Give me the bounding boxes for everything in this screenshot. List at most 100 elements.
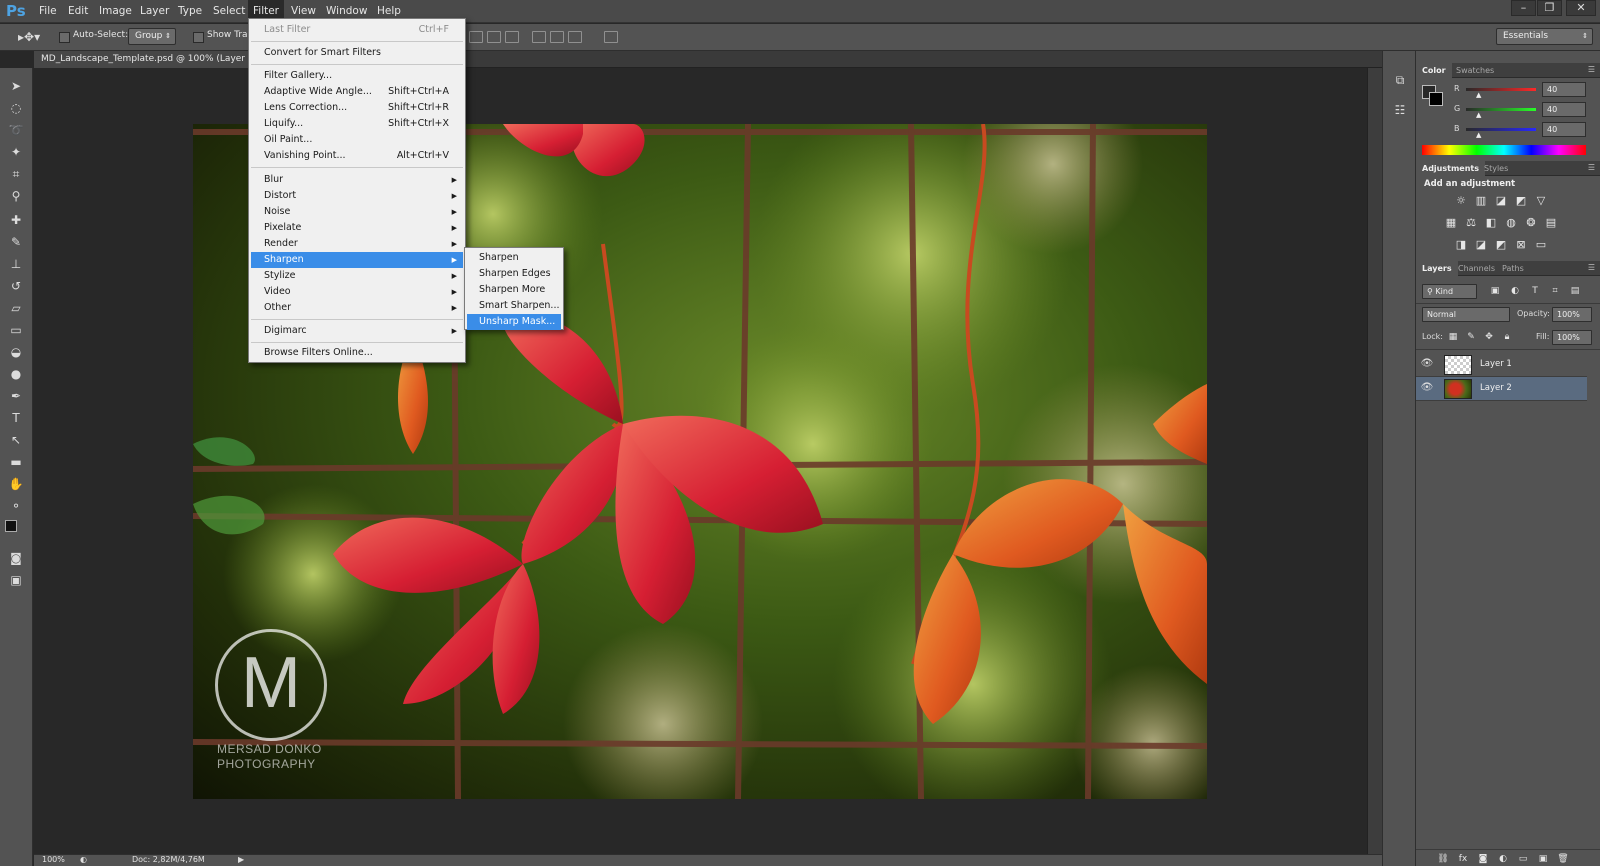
minimize-button[interactable]: –	[1511, 0, 1536, 16]
color-spectrum-bar[interactable]	[1422, 145, 1586, 155]
layer-name[interactable]: Layer 2	[1480, 383, 1512, 393]
menu-type[interactable]: Type	[173, 0, 207, 23]
blur-tool-icon[interactable]: ◒	[7, 344, 25, 360]
exposure-icon[interactable]: ◩	[1514, 195, 1528, 207]
lock-position-icon[interactable]: ✥	[1482, 331, 1496, 343]
color-lookup-icon[interactable]: ▤	[1544, 217, 1558, 229]
slider-thumb-icon[interactable]: ▲	[1476, 131, 1481, 139]
document-tab[interactable]: MD_Landscape_Template.psd @ 100% (Layer …	[34, 51, 249, 68]
brightness-contrast-icon[interactable]: ☼	[1454, 195, 1468, 207]
photo-filter-icon[interactable]: ◍	[1504, 217, 1518, 229]
hand-tool-icon[interactable]: ✋	[7, 476, 25, 492]
filter-pixel-icon[interactable]: ▣	[1488, 285, 1502, 297]
gradient-map-icon[interactable]: ▭	[1534, 239, 1548, 251]
new-adjustment-layer-icon[interactable]: ◐	[1496, 853, 1510, 865]
pen-tool-icon[interactable]: ✒	[7, 388, 25, 404]
panel-menu-icon[interactable]: ☰	[1588, 163, 1595, 172]
invert-icon[interactable]: ◨	[1454, 239, 1468, 251]
new-layer-icon[interactable]: ▣	[1536, 853, 1550, 865]
gradient-tool-icon[interactable]: ▭	[7, 322, 25, 338]
tab-paths[interactable]: Paths	[1496, 261, 1530, 276]
menu-item-pixelate[interactable]: Pixelate ▶	[251, 220, 463, 236]
submenu-item-unsharp-mask[interactable]: Unsharp Mask...	[467, 314, 561, 330]
new-group-icon[interactable]: ▭	[1516, 853, 1530, 865]
layer-row-layer-1[interactable]: 👁︎ Layer 1	[1416, 353, 1587, 377]
magic-wand-tool-icon[interactable]: ✦	[7, 144, 25, 160]
move-tool-preset-icon[interactable]: ▸✥▾	[18, 30, 40, 44]
menu-item-sharpen[interactable]: Sharpen ▶	[251, 252, 463, 268]
tab-adjustments[interactable]: Adjustments	[1416, 161, 1485, 176]
fill-field[interactable]: 100%	[1552, 330, 1592, 345]
threshold-icon[interactable]: ◩	[1494, 239, 1508, 251]
menu-item-vanishing-point[interactable]: Vanishing Point... Alt+Ctrl+V	[251, 148, 463, 164]
filter-smart-object-icon[interactable]: ▤	[1568, 285, 1582, 297]
link-layers-icon[interactable]: ⛓	[1436, 853, 1450, 865]
lock-image-icon[interactable]: ✎	[1464, 331, 1478, 343]
workspace-dropdown[interactable]: Essentials ⇕	[1496, 28, 1593, 45]
menu-item-render[interactable]: Render ▶	[251, 236, 463, 252]
filter-shape-icon[interactable]: ⌗	[1548, 285, 1562, 297]
layer-name[interactable]: Layer 1	[1480, 359, 1512, 369]
tab-styles[interactable]: Styles	[1478, 161, 1514, 176]
align-left-icon[interactable]	[532, 31, 546, 43]
posterize-icon[interactable]: ◪	[1474, 239, 1488, 251]
menu-image[interactable]: Image	[94, 0, 137, 23]
lock-transparent-icon[interactable]: ▦	[1446, 331, 1460, 343]
vertical-scrollbar[interactable]	[1367, 68, 1382, 854]
red-value-field[interactable]: 40	[1542, 82, 1586, 97]
menu-item-adaptive-wide-angle[interactable]: Adaptive Wide Angle... Shift+Ctrl+A	[251, 84, 463, 100]
curves-icon[interactable]: ◪	[1494, 195, 1508, 207]
align-bottom-icon[interactable]	[505, 31, 519, 43]
menu-item-convert-smart-filters[interactable]: Convert for Smart Filters	[251, 45, 463, 61]
blue-value-field[interactable]: 40	[1542, 122, 1586, 137]
opacity-field[interactable]: 100%	[1552, 307, 1592, 322]
layer-style-fx-icon[interactable]: fx	[1456, 853, 1470, 865]
properties-panel-icon[interactable]: ☷	[1392, 103, 1408, 119]
vibrance-icon[interactable]: ▽	[1534, 195, 1548, 207]
move-tool-icon[interactable]: ➤	[7, 78, 25, 94]
visibility-eye-icon[interactable]: 👁︎	[1420, 382, 1434, 396]
history-brush-tool-icon[interactable]: ↺	[7, 278, 25, 294]
restore-button[interactable]: ❐	[1537, 0, 1562, 16]
menu-item-noise[interactable]: Noise ▶	[251, 204, 463, 220]
add-mask-icon[interactable]: ◙	[1476, 853, 1490, 865]
tab-color[interactable]: Color	[1416, 63, 1452, 78]
zoom-tool-icon[interactable]: ⚬	[7, 498, 25, 514]
auto-align-icon[interactable]	[604, 31, 618, 43]
healing-brush-tool-icon[interactable]: ✚	[7, 212, 25, 228]
zoom-level[interactable]: 100%	[42, 855, 65, 864]
hue-saturation-icon[interactable]: ▦	[1444, 217, 1458, 229]
menu-item-oil-paint[interactable]: Oil Paint...	[251, 132, 463, 148]
slider-thumb-icon[interactable]: ▲	[1476, 111, 1481, 119]
submenu-item-smart-sharpen[interactable]: Smart Sharpen...	[467, 298, 561, 314]
color-balance-icon[interactable]: ⚖	[1464, 217, 1478, 229]
show-transform-checkbox[interactable]	[193, 32, 204, 43]
align-vcenter-icon[interactable]	[487, 31, 501, 43]
menu-edit[interactable]: Edit	[63, 0, 93, 23]
clone-stamp-tool-icon[interactable]: ⊥	[7, 256, 25, 272]
foreground-color-swatch[interactable]	[5, 520, 17, 532]
tab-channels[interactable]: Channels	[1452, 261, 1501, 276]
submenu-item-sharpen-edges[interactable]: Sharpen Edges	[467, 266, 561, 282]
menu-item-liquify[interactable]: Liquify... Shift+Ctrl+X	[251, 116, 463, 132]
quick-mask-icon[interactable]: ◙	[7, 550, 25, 566]
status-menu-arrow-icon[interactable]: ▶	[238, 855, 244, 864]
lasso-tool-icon[interactable]: ➰	[7, 122, 25, 138]
eraser-tool-icon[interactable]: ▱	[7, 300, 25, 316]
channel-mixer-icon[interactable]: ❂	[1524, 217, 1538, 229]
tab-swatches[interactable]: Swatches	[1450, 63, 1500, 78]
menu-item-lens-correction[interactable]: Lens Correction... Shift+Ctrl+R	[251, 100, 463, 116]
align-hcenter-icon[interactable]	[550, 31, 564, 43]
menu-item-stylize[interactable]: Stylize ▶	[251, 268, 463, 284]
marquee-tool-icon[interactable]: ◌	[7, 100, 25, 116]
delete-layer-icon[interactable]: 🗑︎	[1556, 853, 1570, 865]
menu-file[interactable]: File	[34, 0, 62, 23]
menu-select[interactable]: Select	[208, 0, 250, 23]
crop-tool-icon[interactable]: ⌗	[7, 166, 25, 182]
align-top-icon[interactable]	[469, 31, 483, 43]
lock-all-icon[interactable]: 🔒︎	[1500, 331, 1514, 343]
menu-item-blur[interactable]: Blur ▶	[251, 172, 463, 188]
panel-menu-icon[interactable]: ☰	[1588, 263, 1595, 272]
auto-select-dropdown[interactable]: Group ⇕	[128, 28, 176, 45]
close-window-button[interactable]: ✕	[1566, 0, 1596, 16]
